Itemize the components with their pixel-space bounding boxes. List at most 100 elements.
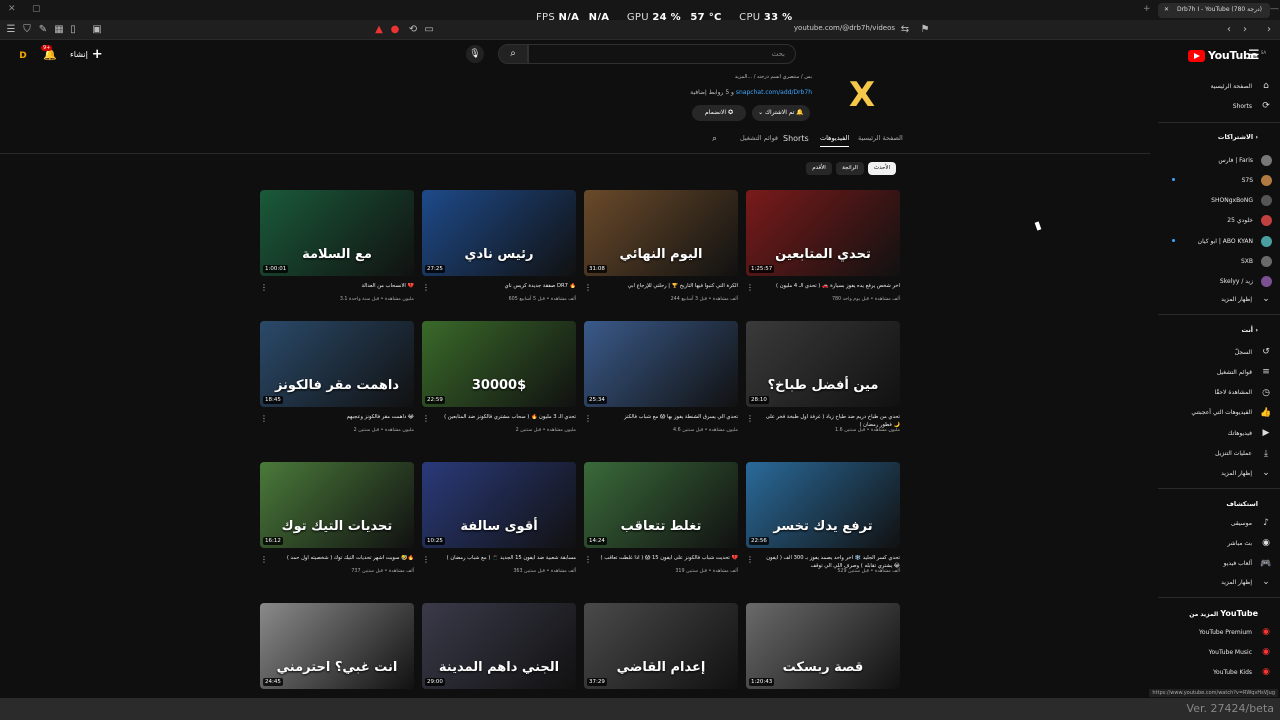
tab-videos[interactable]: الفيديوهات	[820, 134, 850, 147]
more-links-text[interactable]: و 5 روابط إضافية	[690, 89, 734, 96]
sidebar-item-you[interactable]: المشاهدة لاحقًا ◷	[1158, 384, 1272, 402]
pen-icon[interactable]: ✎	[36, 23, 50, 37]
sidebar-item-subscription[interactable]: فارس | Faris	[1158, 151, 1272, 169]
video-thumbnail[interactable]: تحديات التيك توك 16:12	[260, 462, 414, 548]
window-close-icon[interactable]: ✕	[8, 4, 16, 14]
video-thumbnail[interactable]: أقوى سالفة 10:25	[422, 462, 576, 548]
sidebar-item-explore[interactable]: موسيقى ♪	[1158, 514, 1272, 532]
reader-icon[interactable]: ▭	[422, 23, 436, 37]
sidebar-item-youtube-product[interactable]: YouTube Premium ◉	[1158, 623, 1272, 641]
sidebar-show-more-you[interactable]: إظهار المزيد ⌄	[1158, 464, 1272, 482]
search-button[interactable]: ⌕	[498, 44, 528, 64]
snapchat-link[interactable]: snapchat.com/add/Drb7h	[736, 89, 812, 96]
sidebar-item-youtube-product[interactable]: YouTube Kids ◉	[1158, 663, 1272, 681]
site-settings-icon[interactable]: ⇆	[898, 23, 912, 37]
video-title[interactable]: تحدي كسر الجليد ❄️ آخر واحد يصمد يفوز بـ…	[758, 555, 900, 570]
sidebar-item-you[interactable]: فيديوهاتك ▶	[1158, 424, 1272, 442]
search-input[interactable]: بحث	[528, 44, 796, 64]
sidebar-item-you[interactable]: الفيديوهات التي أعجبتني 👍	[1158, 404, 1272, 422]
more-actions-icon[interactable]: ⋮	[746, 283, 754, 292]
sidebar-item-subscription[interactable]: ابو كيان | ABO KYAN	[1158, 232, 1272, 250]
sidebar-item-explore[interactable]: ألعاب فيديو 🎮	[1158, 555, 1272, 573]
subscriptions-header[interactable]: الاشتراكات ›	[1218, 133, 1258, 141]
sidebar-item-subscription[interactable]: SXB	[1158, 253, 1272, 271]
video-title[interactable]: تحدي الي يسرق الشنطة يفوز بها 😱 مع شباب …	[596, 414, 738, 422]
video-title[interactable]: الكرة التي كتبوا فيها التاريخ 🏆 | رحلتي …	[596, 283, 738, 291]
voice-search-button[interactable]: 🎙	[466, 45, 484, 63]
translate-icon[interactable]: ⟲	[406, 23, 420, 37]
more-actions-icon[interactable]: ⋮	[260, 414, 268, 423]
video-title[interactable]: تحدي الـ 3 مليون 🔥 ( سحاب مشتري فالكونز …	[434, 414, 576, 422]
video-title[interactable]: الانسحاب من العدالة 💔	[272, 283, 414, 291]
bookmark-icon[interactable]: ⚑	[918, 23, 932, 37]
more-actions-icon[interactable]: ⋮	[746, 414, 754, 423]
chip-popular[interactable]: الرائجة	[836, 162, 864, 175]
sidebar-item-you[interactable]: قوائم التشغيل ≡	[1158, 363, 1272, 381]
video-thumbnail[interactable]: تحدي المتابعين 1:25:57	[746, 190, 900, 276]
video-title[interactable]: سويت أشهر تحديات التيك توك ( شخصيته أول …	[272, 555, 414, 563]
new-tab-icon[interactable]: +	[1143, 4, 1151, 14]
back-icon[interactable]: ‹	[1222, 23, 1236, 37]
sidebar-item-you[interactable]: السجلّ ↺	[1158, 343, 1272, 361]
video-thumbnail[interactable]: تغلط تتعاقب 14:24	[584, 462, 738, 548]
sidebar-item-home[interactable]: الصفحة الرئيسية ⌂	[1158, 77, 1272, 95]
forward-icon[interactable]: ›	[1238, 23, 1252, 37]
video-thumbnail[interactable]: 25:34	[584, 321, 738, 407]
more-actions-icon[interactable]: ⋮	[260, 283, 268, 292]
more-actions-icon[interactable]: ⋮	[746, 555, 754, 564]
video-thumbnail[interactable]: مع السلامة 1:00:01	[260, 190, 414, 276]
video-thumbnail[interactable]: داهمت مقر فالكونز 18:45	[260, 321, 414, 407]
tabs-icon[interactable]: ▦	[52, 23, 66, 37]
adblock-icon[interactable]: ●	[388, 23, 402, 37]
more-actions-icon[interactable]: ⋮	[422, 414, 430, 423]
video-thumbnail[interactable]: ترفع يدك تخسر 22:56	[746, 462, 900, 548]
sidebar-toggle-icon[interactable]: ▯	[66, 23, 80, 37]
more-actions-icon[interactable]: ⋮	[584, 283, 592, 292]
video-title[interactable]: تحدي من طباخ دريم ضد طباخ زياد ( غرفة أو…	[758, 414, 900, 429]
sidebar-item-explore[interactable]: بث مباشر ◉	[1158, 534, 1272, 552]
browser-tab[interactable]: ✕ Drb7h I - YouTube (درجة 780)	[1158, 3, 1270, 18]
video-thumbnail[interactable]: انت غبي؟ احترمني 24:45	[260, 603, 414, 689]
video-title[interactable]: آخر شخص يرفع يده يفوز بسيارة 🚗 ( تحدي ال…	[758, 283, 900, 291]
sidebar-item-you[interactable]: عمليات التنزيل ⤓	[1158, 445, 1272, 463]
video-thumbnail[interactable]: قصة ربسكت 1:20:43	[746, 603, 900, 689]
window-minimize-icon[interactable]: ▢	[32, 4, 41, 14]
you-header[interactable]: أنت ›	[1241, 326, 1258, 334]
video-thumbnail[interactable]: إعدام القاضي 37:29	[584, 603, 738, 689]
more-actions-icon[interactable]: ⋮	[422, 555, 430, 564]
sidebar-item-subscription[interactable]: خلودي 25	[1158, 212, 1272, 230]
tab-close-icon[interactable]: ✕	[1164, 6, 1169, 13]
tab-playlists[interactable]: قوائم التشغيل	[740, 134, 778, 142]
shield-icon[interactable]: ⛉	[20, 23, 34, 37]
warning-icon[interactable]: ▲	[372, 23, 386, 37]
guide-menu-icon[interactable]: ☰	[1248, 48, 1260, 63]
chip-oldest[interactable]: الأقدم	[806, 162, 832, 175]
screenshot-icon[interactable]: ▣	[90, 23, 104, 37]
sidebar-item-subscription[interactable]: S7S	[1158, 171, 1272, 189]
video-thumbnail[interactable]: اليوم النهائي 31:08	[584, 190, 738, 276]
video-title[interactable]: صفقة جديدة كريس ناي DR7 🔥	[434, 283, 576, 291]
video-thumbnail[interactable]: مين أفضل طباخ؟ 28:10	[746, 321, 900, 407]
sidebar-item-youtube-product[interactable]: YouTube Music ◉	[1158, 643, 1272, 661]
channel-description[interactable]: بس / منتصري انسم درجته / ...المزيد	[700, 74, 812, 80]
video-title[interactable]: تحديت شباب فالكونز على ايفون 15 😱 ( اذا …	[596, 555, 738, 563]
more-actions-icon[interactable]: ⋮	[584, 414, 592, 423]
more-actions-icon[interactable]: ⋮	[584, 555, 592, 564]
menu-icon[interactable]: ☰	[4, 23, 18, 37]
chip-latest[interactable]: الأحدث	[868, 162, 896, 175]
sidebar-item-shorts[interactable]: Shorts ⟳	[1158, 97, 1272, 115]
reload-icon[interactable]: ›	[1262, 23, 1276, 37]
create-button[interactable]: إنشاء +	[70, 47, 103, 62]
join-button[interactable]: الانضمام ✪	[692, 105, 746, 121]
video-thumbnail[interactable]: 30000$ 22:59	[422, 321, 576, 407]
video-title[interactable]: مسابقة شعبية ضد ايفون 15 الجديد 📱 ( مع ش…	[434, 555, 576, 563]
video-thumbnail[interactable]: الجني داهم المدينة 29:00	[422, 603, 576, 689]
address-bar[interactable]: youtube.com/@drb7h/videos	[760, 24, 895, 32]
subscribe-button[interactable]: ⌄ تم الاشتراك 🔔	[752, 105, 810, 121]
video-thumbnail[interactable]: رئيس نادي 27:25	[422, 190, 576, 276]
account-avatar[interactable]: D	[16, 49, 30, 63]
video-title[interactable]: داهمت مقر فالكونز وعجبهم 😂	[272, 414, 414, 422]
sidebar-item-subscription[interactable]: SHONgxBoNG	[1158, 192, 1272, 210]
tab-shorts[interactable]: Shorts	[783, 134, 809, 143]
sidebar-show-more-subs[interactable]: إظهار المزيد ⌄	[1158, 290, 1272, 308]
